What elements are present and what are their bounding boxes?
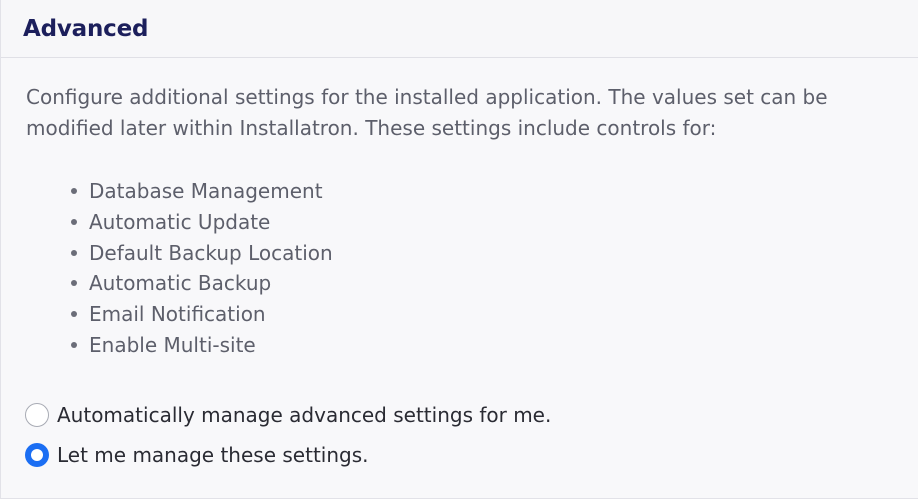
bullet-icon	[71, 311, 77, 318]
radio-selected-dot	[31, 448, 43, 461]
list-item: Default Backup Location	[71, 238, 918, 269]
feature-label: Automatic Backup	[89, 271, 272, 296]
auto-manage-radio[interactable]	[25, 402, 49, 427]
feature-label: Database Management	[89, 179, 323, 203]
auto-manage-option[interactable]: Automatically manage advanced settings f…	[25, 395, 918, 435]
list-item: Email Notification	[71, 299, 918, 330]
feature-label: Default Backup Location	[89, 240, 333, 265]
panel-body: Configure additional settings for the in…	[1, 58, 918, 475]
panel-header: Advanced	[1, 0, 918, 58]
manual-manage-radio[interactable]	[25, 442, 49, 467]
bullet-icon	[71, 188, 77, 194]
settings-mode-radio-group: Automatically manage advanced settings f…	[25, 395, 918, 475]
bullet-icon	[71, 341, 77, 348]
panel-title: Advanced	[23, 15, 149, 42]
manual-manage-label[interactable]: Let me manage these settings.	[57, 443, 368, 467]
bullet-icon	[71, 280, 77, 287]
bullet-icon	[71, 249, 77, 256]
auto-manage-label[interactable]: Automatically manage advanced settings f…	[57, 403, 551, 427]
feature-label: Enable Multi-site	[89, 332, 256, 357]
list-item: Database Management	[71, 176, 918, 207]
bullet-icon	[71, 218, 77, 225]
feature-list: Database Management Automatic Update Def…	[26, 176, 918, 361]
list-item: Automatic Update	[71, 207, 918, 238]
advanced-settings-panel: Advanced Configure additional settings f…	[0, 0, 918, 499]
list-item: Automatic Backup	[71, 268, 918, 299]
feature-label: Automatic Update	[89, 209, 271, 234]
list-item: Enable Multi-site	[71, 330, 918, 361]
description-text: Configure additional settings for the in…	[26, 85, 828, 140]
manual-manage-option[interactable]: Let me manage these settings.	[25, 435, 918, 475]
feature-label: Email Notification	[89, 302, 266, 327]
